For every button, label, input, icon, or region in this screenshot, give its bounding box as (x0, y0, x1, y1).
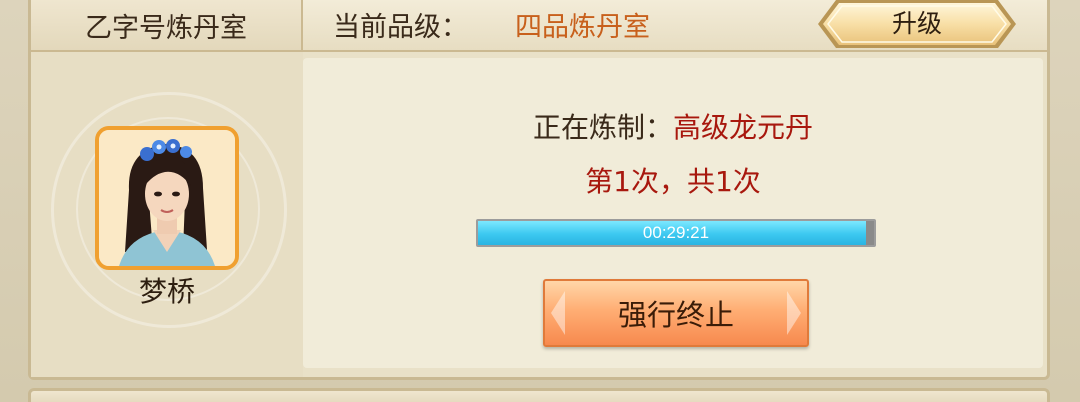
force-stop-label: 强行终止 (617, 298, 734, 332)
portrait-image (99, 130, 235, 266)
refining-label: 正在炼制： (532, 111, 673, 144)
alchemist-avatar[interactable] (95, 126, 239, 270)
right-chevron-icon (787, 291, 801, 335)
next-room-panel (28, 388, 1050, 402)
refining-line: 正在炼制：高级龙元丹 (303, 106, 1043, 146)
alchemist-name: 梦桥 (138, 275, 195, 308)
refining-count: 第1次，共1次 (585, 165, 761, 198)
room-name-header: 乙字号炼丹室 (31, 0, 303, 52)
pill-name: 高级龙元丹 (673, 111, 814, 144)
upgrade-button-label: 升级 (891, 9, 942, 38)
left-chevron-icon (551, 291, 565, 335)
alchemy-room-page: 乙字号炼丹室 当前品级： 四品炼丹室 升级 梦桥 正在炼制：高级龙元丹 第1次，… (0, 0, 1080, 402)
refining-progress-bar: 00:29:21 (476, 219, 876, 247)
room-name: 乙字号炼丹室 (85, 12, 247, 44)
progress-time: 00:29:21 (642, 223, 710, 242)
grade-label: 当前品级： (333, 12, 468, 43)
upgrade-button[interactable]: 升级 (818, 0, 1016, 50)
force-stop-button[interactable]: 强行终止 (543, 279, 809, 347)
grade-value: 四品炼丹室 (515, 12, 650, 43)
